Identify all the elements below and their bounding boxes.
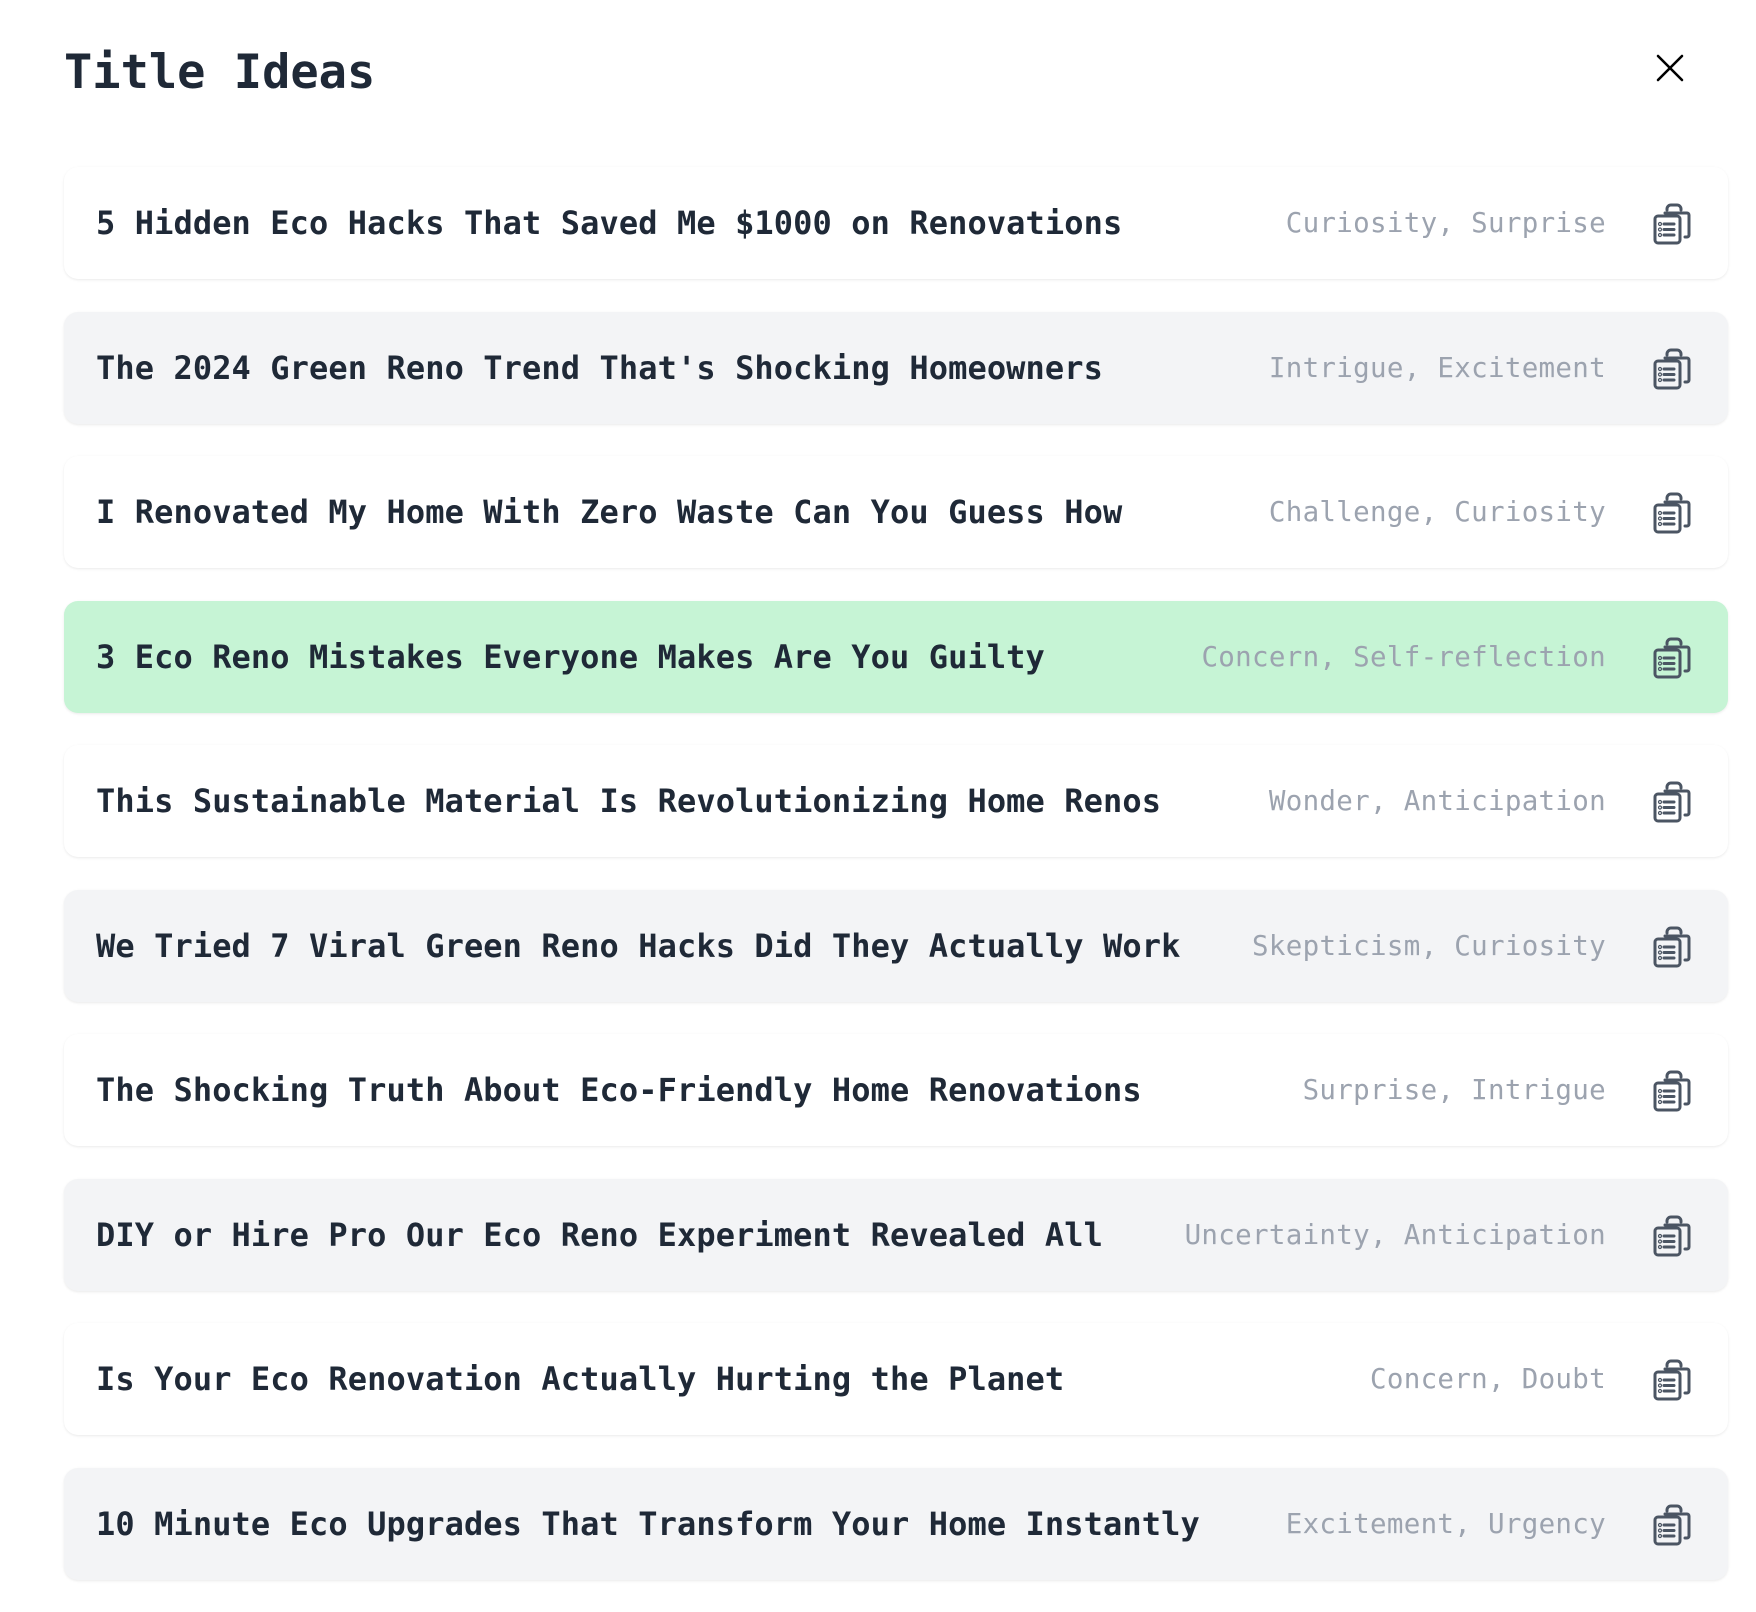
title-idea-row[interactable]: Is Your Eco Renovation Actually Hurting … xyxy=(64,1323,1728,1435)
title-idea-text: This Sustainable Material Is Revolutioni… xyxy=(96,782,1162,820)
clipboard-copy-icon xyxy=(1653,779,1691,823)
title-idea-text: Is Your Eco Renovation Actually Hurting … xyxy=(96,1360,1065,1398)
title-idea-text: I Renovated My Home With Zero Waste Can … xyxy=(96,493,1123,531)
title-idea-row[interactable]: I Renovated My Home With Zero Waste Can … xyxy=(64,456,1728,568)
title-idea-text: The 2024 Green Reno Trend That's Shockin… xyxy=(96,348,1104,387)
clipboard-copy-icon xyxy=(1653,490,1691,534)
title-idea-text: 10 Minute Eco Upgrades That Transform Yo… xyxy=(96,1504,1200,1543)
copy-button[interactable] xyxy=(1652,346,1692,390)
copy-button[interactable] xyxy=(1652,490,1692,534)
title-idea-row[interactable]: 3 Eco Reno Mistakes Everyone Makes Are Y… xyxy=(64,600,1728,713)
emotion-tags: Uncertainty, Anticipation xyxy=(1184,1218,1606,1251)
copy-button[interactable] xyxy=(1652,924,1692,968)
clipboard-copy-icon xyxy=(1653,1502,1691,1546)
title-idea-row[interactable]: We Tried 7 Viral Green Reno Hacks Did Th… xyxy=(64,889,1728,1002)
emotion-tags: Wonder, Anticipation xyxy=(1268,785,1606,817)
clipboard-copy-icon xyxy=(1653,201,1691,245)
emotion-tags: Curiosity, Surprise xyxy=(1285,207,1606,239)
emotion-tags: Concern, Self-reflection xyxy=(1201,640,1606,673)
copy-button[interactable] xyxy=(1652,1213,1692,1257)
title-idea-text: The Shocking Truth About Eco-Friendly Ho… xyxy=(96,1071,1142,1109)
title-idea-row[interactable]: The Shocking Truth About Eco-Friendly Ho… xyxy=(64,1034,1728,1146)
title-idea-row[interactable]: The 2024 Green Reno Trend That's Shockin… xyxy=(64,311,1728,424)
title-idea-text: DIY or Hire Pro Our Eco Reno Experiment … xyxy=(96,1215,1104,1254)
clipboard-copy-icon xyxy=(1653,924,1691,968)
copy-button[interactable] xyxy=(1652,1068,1692,1112)
copy-button[interactable] xyxy=(1652,201,1692,245)
copy-button[interactable] xyxy=(1652,1357,1692,1401)
copy-button[interactable] xyxy=(1652,1502,1692,1546)
emotion-tags: Surprise, Intrigue xyxy=(1302,1074,1606,1106)
page-title: Title Ideas xyxy=(64,45,376,100)
clipboard-copy-icon xyxy=(1653,635,1691,679)
dialog-header: Title Ideas xyxy=(64,38,1728,108)
title-idea-text: 3 Eco Reno Mistakes Everyone Makes Are Y… xyxy=(96,637,1045,676)
copy-button[interactable] xyxy=(1652,779,1692,823)
title-idea-row[interactable]: 10 Minute Eco Upgrades That Transform Yo… xyxy=(64,1467,1728,1580)
title-ideas-list: 5 Hidden Eco Hacks That Saved Me $1000 o… xyxy=(64,167,1728,1612)
title-idea-text: 5 Hidden Eco Hacks That Saved Me $1000 o… xyxy=(96,204,1123,242)
title-idea-row[interactable]: DIY or Hire Pro Our Eco Reno Experiment … xyxy=(64,1178,1728,1291)
clipboard-copy-icon xyxy=(1653,1213,1691,1257)
emotion-tags: Concern, Doubt xyxy=(1370,1363,1606,1395)
copy-button[interactable] xyxy=(1652,635,1692,679)
title-idea-text: We Tried 7 Viral Green Reno Hacks Did Th… xyxy=(96,926,1181,965)
close-icon xyxy=(1656,54,1684,82)
emotion-tags: Skepticism, Curiosity xyxy=(1252,929,1606,962)
title-idea-row[interactable]: This Sustainable Material Is Revolutioni… xyxy=(64,745,1728,857)
emotion-tags: Challenge, Curiosity xyxy=(1268,496,1606,528)
emotion-tags: Excitement, Urgency xyxy=(1285,1507,1606,1540)
close-button[interactable] xyxy=(1656,54,1684,82)
clipboard-copy-icon xyxy=(1653,1068,1691,1112)
clipboard-copy-icon xyxy=(1653,346,1691,390)
title-idea-row[interactable]: 5 Hidden Eco Hacks That Saved Me $1000 o… xyxy=(64,167,1728,279)
clipboard-copy-icon xyxy=(1653,1357,1691,1401)
emotion-tags: Intrigue, Excitement xyxy=(1268,351,1606,384)
